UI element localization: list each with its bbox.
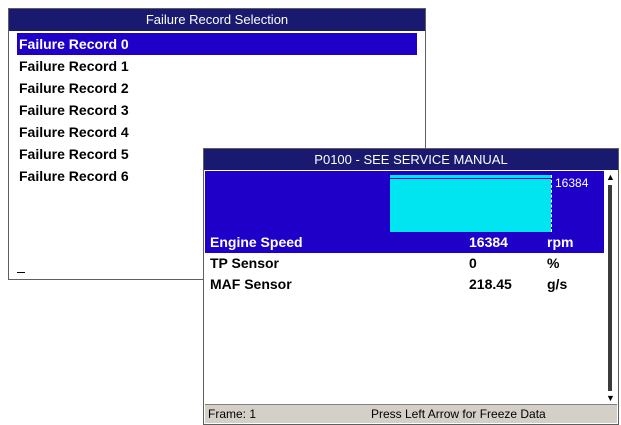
param-row-maf-sensor[interactable]: MAF Sensor 218.45 g/s [205, 274, 604, 295]
status-bar: Frame: 1 Press Left Arrow for Freeze Dat… [205, 404, 617, 423]
param-unit: % [547, 255, 560, 271]
param-value: 0 [469, 255, 477, 271]
list-item-failure-record-1[interactable]: Failure Record 1 [17, 55, 417, 77]
param-name: MAF Sensor [210, 276, 292, 292]
list-item-failure-record-0[interactable]: Failure Record 0 [17, 33, 417, 55]
selection-window-title: Failure Record Selection [9, 9, 425, 31]
dtc-detail-window: P0100 - SEE SERVICE MANUAL 16384 Engine … [203, 148, 619, 425]
list-item-failure-record-3[interactable]: Failure Record 3 [17, 99, 417, 121]
graph-bar [390, 175, 551, 232]
param-row-engine-speed[interactable]: Engine Speed 16384 rpm [205, 232, 604, 253]
param-name: TP Sensor [210, 255, 279, 271]
param-unit: rpm [547, 234, 574, 250]
graph-max-label: 16384 [555, 176, 589, 190]
param-value: 16384 [469, 234, 508, 250]
frame-counter: Frame: 1 [208, 407, 257, 421]
scroll-track[interactable] [608, 185, 612, 391]
status-hint: Press Left Arrow for Freeze Data [371, 407, 546, 421]
param-name: Engine Speed [210, 234, 303, 250]
parameter-panel: 16384 Engine Speed 16384 rpm TP Sensor 0… [205, 171, 604, 295]
param-row-tp-sensor[interactable]: TP Sensor 0 % [205, 253, 604, 274]
graph-max-marker [551, 175, 552, 232]
graph-bar-top-line [390, 178, 551, 179]
scroll-up-arrow-icon[interactable]: ▲ [604, 171, 617, 184]
param-value: 218.45 [469, 276, 512, 292]
param-unit: g/s [547, 276, 568, 292]
list-item-failure-record-4[interactable]: Failure Record 4 [17, 121, 417, 143]
list-corner-line [17, 272, 25, 273]
list-item-failure-record-2[interactable]: Failure Record 2 [17, 77, 417, 99]
vertical-scrollbar[interactable]: ▲ ▼ [604, 171, 617, 405]
parameter-graph: 16384 [205, 171, 604, 232]
dtc-window-title: P0100 - SEE SERVICE MANUAL [204, 149, 618, 170]
